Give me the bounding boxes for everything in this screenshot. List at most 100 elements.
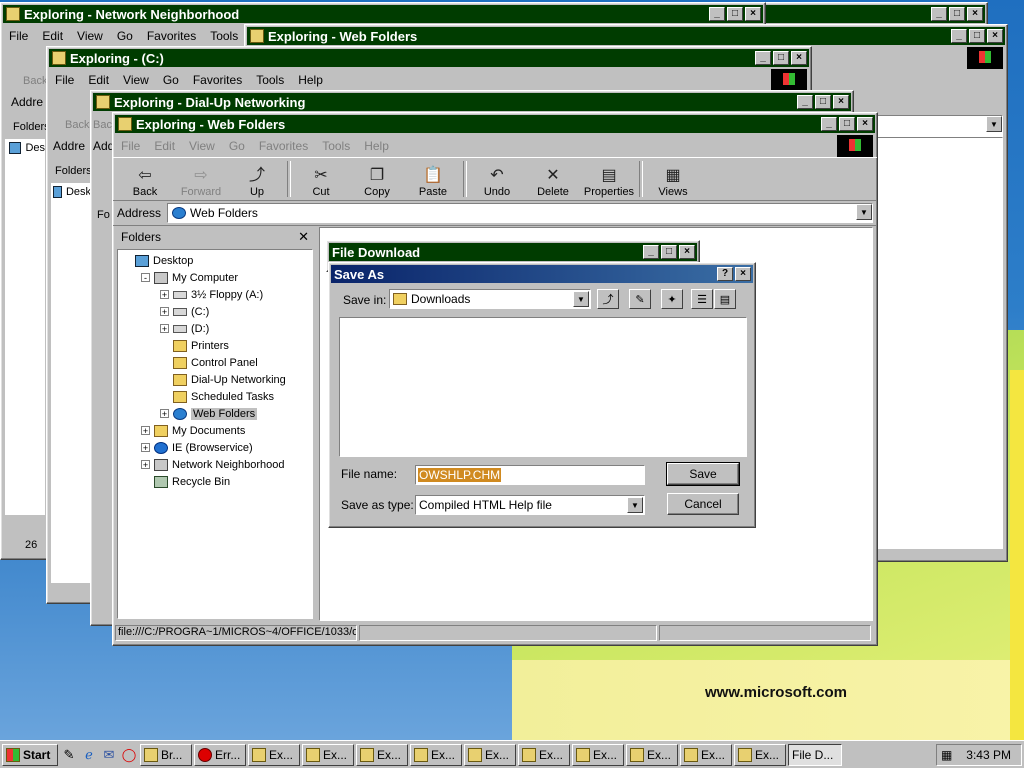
minimize-button[interactable]: _	[931, 7, 947, 21]
up-button[interactable]: ⤴ Up	[229, 166, 285, 200]
internet-explorer-icon[interactable]: ℯ	[80, 746, 98, 764]
menu-go[interactable]: Go	[163, 73, 179, 87]
forward-button[interactable]: ⇨ Forward	[173, 166, 229, 200]
show-desktop-icon[interactable]: ✎	[60, 746, 78, 764]
new-folder-button[interactable]: ✦	[661, 289, 683, 309]
cut-button[interactable]: ✂ Cut	[293, 166, 349, 200]
menu-edit[interactable]: Edit	[154, 139, 175, 153]
up-one-level-button[interactable]: ⤴	[597, 289, 619, 309]
chevron-down-icon[interactable]: ▼	[856, 204, 872, 220]
maximize-button[interactable]: □	[727, 7, 743, 21]
menu-favorites[interactable]: Favorites	[147, 29, 196, 43]
outlook-express-icon[interactable]: ✉	[100, 746, 118, 764]
task-button-explorer[interactable]: Ex...	[518, 743, 570, 766]
scheduler-tray-icon[interactable]: ▦	[941, 748, 952, 762]
minimize-button[interactable]: _	[951, 29, 967, 43]
minimize-button[interactable]: _	[755, 51, 771, 65]
copy-button[interactable]: ❐ Copy	[349, 166, 405, 200]
menu-go[interactable]: Go	[117, 29, 133, 43]
menu-go[interactable]: Go	[229, 139, 245, 153]
task-button-explorer[interactable]: Ex...	[734, 743, 786, 766]
expand-icon[interactable]: +	[160, 290, 169, 300]
save-as-type-dropdown[interactable]: Compiled HTML Help file ▼	[415, 495, 645, 515]
maximize-button[interactable]: □	[839, 117, 855, 131]
save-button[interactable]: Save	[666, 462, 740, 486]
menu-help[interactable]: Help	[364, 139, 389, 153]
cancel-button[interactable]: Cancel	[667, 493, 739, 515]
task-button-explorer[interactable]: Ex...	[464, 743, 516, 766]
back-label[interactable]: Back	[65, 119, 89, 131]
tree-item[interactable]: Dial-Up Networking	[118, 371, 312, 388]
tree-item[interactable]: Control Panel	[118, 354, 312, 371]
tree-item[interactable]: Desktop	[118, 252, 312, 269]
properties-button[interactable]: ▤ Properties	[581, 166, 637, 200]
task-button-explorer[interactable]: Ex...	[680, 743, 732, 766]
minimize-button[interactable]: _	[821, 117, 837, 131]
close-button[interactable]: ×	[735, 267, 751, 281]
task-button-file-download[interactable]: File D...	[788, 743, 842, 766]
menu-file[interactable]: File	[9, 29, 28, 43]
tree-item[interactable]: + (C:)	[118, 303, 312, 320]
expand-icon[interactable]: +	[160, 307, 169, 317]
menu-view[interactable]: View	[123, 73, 149, 87]
menu-tools[interactable]: Tools	[322, 139, 350, 153]
undo-button[interactable]: ↶ Undo	[469, 166, 525, 200]
chevron-down-icon[interactable]: ▼	[986, 116, 1002, 132]
chevron-down-icon[interactable]: ▼	[573, 291, 589, 307]
clock[interactable]: 3:43 PM	[966, 748, 1011, 762]
folder-tree-c[interactable]: Desk	[51, 183, 91, 583]
close-button[interactable]: ×	[967, 7, 983, 21]
details-view-button[interactable]: ▤	[714, 289, 736, 309]
minimize-button[interactable]: _	[643, 245, 659, 259]
address-input[interactable]: Web Folders ▼	[167, 203, 873, 223]
file-name-input[interactable]: OWSHLP.CHM	[415, 465, 645, 485]
menu-edit[interactable]: Edit	[42, 29, 63, 43]
menu-favorites[interactable]: Favorites	[193, 73, 242, 87]
dialog-save-as[interactable]: Save As ? × Save in: Downloads ▼ ⤴ ✎ ✦ ☰…	[328, 262, 756, 528]
save-in-dropdown[interactable]: Downloads ▼	[389, 289, 591, 309]
tree-item[interactable]: +3½ Floppy (A:)	[118, 286, 312, 303]
maximize-button[interactable]: □	[661, 245, 677, 259]
delete-button[interactable]: ✕ Delete	[525, 166, 581, 200]
tree-item[interactable]: + IE (Browservice)	[118, 439, 312, 456]
tree-item[interactable]: - My Computer	[118, 269, 312, 286]
folder-tree-network[interactable]: Des	[5, 139, 45, 515]
maximize-button[interactable]: □	[969, 29, 985, 43]
menu-view[interactable]: View	[77, 29, 103, 43]
expand-icon[interactable]: +	[160, 324, 169, 334]
expand-icon[interactable]: +	[160, 409, 169, 419]
task-button-explorer[interactable]: Ex...	[572, 743, 624, 766]
menu-favorites[interactable]: Favorites	[259, 139, 308, 153]
task-button-explorer[interactable]: Ex...	[410, 743, 462, 766]
menu-tools[interactable]: Tools	[210, 29, 238, 43]
paste-button[interactable]: 📋 Paste	[405, 166, 461, 200]
help-button[interactable]: ?	[717, 267, 733, 281]
list-view-button[interactable]: ☰	[691, 289, 713, 309]
views-button[interactable]: ▦ Views	[645, 166, 701, 200]
close-button[interactable]: ×	[833, 95, 849, 109]
expand-icon[interactable]: +	[141, 426, 150, 436]
task-button-browser[interactable]: Br...	[140, 743, 192, 766]
menu-tools[interactable]: Tools	[256, 73, 284, 87]
tree-item[interactable]: + Web Folders	[118, 405, 312, 422]
tree-item[interactable]: + My Documents	[118, 422, 312, 439]
close-button[interactable]: ×	[791, 51, 807, 65]
back-button[interactable]: ⇦ Back	[117, 166, 173, 200]
close-icon[interactable]: ✕	[298, 229, 309, 245]
expand-icon[interactable]: +	[141, 460, 150, 470]
start-button[interactable]: Start	[2, 743, 58, 766]
folder-tree[interactable]: Desktop - My Computer +3½ Floppy (A:) + (C:) +…	[117, 249, 313, 619]
tree-item[interactable]: Recycle Bin	[118, 473, 312, 490]
maximize-button[interactable]: □	[815, 95, 831, 109]
close-button[interactable]: ×	[987, 29, 1003, 43]
menu-file[interactable]: File	[55, 73, 74, 87]
close-button[interactable]: ×	[745, 7, 761, 21]
desktop-button[interactable]: ✎	[629, 289, 651, 309]
tree-item[interactable]: Scheduled Tasks	[118, 388, 312, 405]
expand-icon[interactable]: +	[141, 443, 150, 453]
collapse-icon[interactable]: -	[141, 273, 150, 283]
file-list[interactable]	[339, 317, 747, 457]
menu-file[interactable]: File	[121, 139, 140, 153]
menu-help[interactable]: Help	[298, 73, 323, 87]
task-button-explorer[interactable]: Ex...	[356, 743, 408, 766]
